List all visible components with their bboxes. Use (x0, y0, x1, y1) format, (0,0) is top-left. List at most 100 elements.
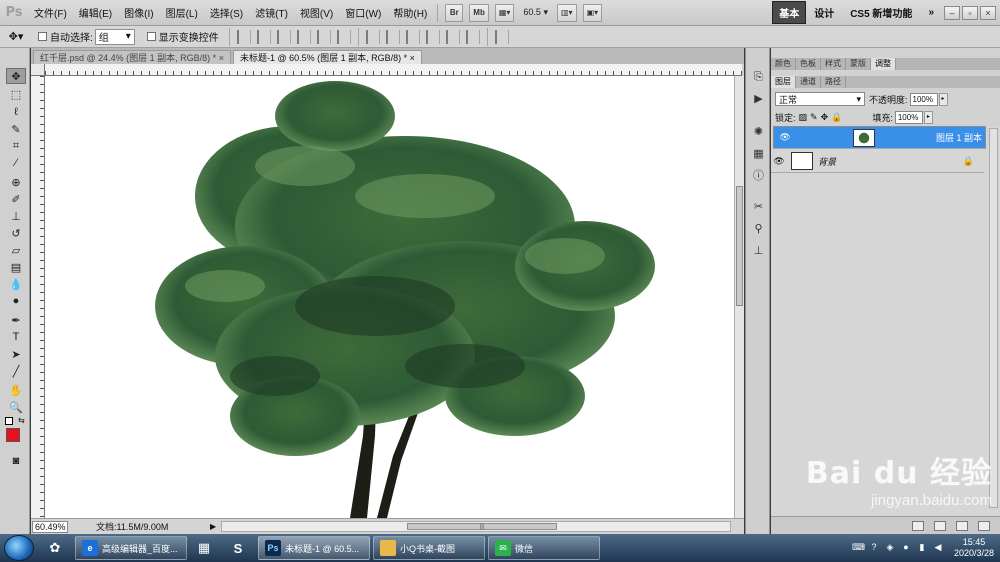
tab-color[interactable]: 颜色 (771, 58, 796, 70)
close-button[interactable]: × (980, 5, 996, 20)
actions-panel-icon[interactable]: ▶ (751, 92, 766, 106)
new-layer-icon[interactable] (956, 520, 968, 531)
horizontal-scroll-thumb[interactable]: ||| (407, 523, 557, 530)
distribute-right-icon[interactable] (465, 29, 480, 44)
navigator-panel-icon[interactable]: ✺ (751, 125, 766, 139)
type-tool-icon[interactable]: T (6, 329, 26, 345)
distribute-top-icon[interactable] (365, 29, 380, 44)
align-bottom-icon[interactable] (276, 29, 291, 44)
path-selection-tool-icon[interactable]: ➤ (6, 346, 26, 362)
help-icon[interactable]: ? (868, 542, 880, 554)
workspace-essentials[interactable]: 基本 (772, 1, 807, 24)
restore-button[interactable]: ▫ (962, 5, 978, 20)
shield-icon[interactable]: ◈ (884, 542, 896, 554)
layer-name[interactable]: 图层 1 副本 (936, 131, 982, 144)
tab-close-icon[interactable]: × (410, 53, 415, 63)
vertical-scroll-thumb[interactable] (736, 186, 743, 306)
status-zoom-field[interactable]: 60.49% (32, 520, 68, 533)
history-brush-tool-icon[interactable]: ↺ (6, 225, 26, 241)
lock-position-icon[interactable]: ✥ (821, 112, 829, 123)
menu-filter[interactable]: 滤镜(T) (249, 5, 294, 20)
keyboard-icon[interactable]: ⌨ (852, 542, 865, 554)
menu-select[interactable]: 选择(S) (204, 5, 249, 20)
extras-menu-button[interactable]: ▦▾ (494, 3, 515, 22)
menu-layer[interactable]: 图层(L) (160, 5, 204, 20)
clock[interactable]: 15:45 2020/3/28 (954, 537, 994, 559)
quick-mask-icon[interactable]: ◙ (6, 453, 26, 469)
delete-layer-icon[interactable] (978, 520, 990, 531)
gradient-tool-icon[interactable]: ▤ (6, 259, 26, 275)
healing-brush-tool-icon[interactable]: ⊕ (6, 174, 26, 190)
lasso-tool-icon[interactable]: ℓ (6, 104, 26, 120)
canvas-horizontal-scrollbar[interactable]: ||| (221, 521, 731, 532)
tab-close-icon[interactable]: × (219, 53, 224, 63)
menu-help[interactable]: 帮助(H) (387, 5, 433, 20)
arrange-documents-button[interactable]: ▥▾ (556, 3, 577, 22)
screen-mode-button[interactable]: ▣▾ (582, 3, 603, 22)
tab-styles[interactable]: 样式 (821, 58, 846, 70)
show-transform-checkbox[interactable] (146, 32, 156, 41)
distribute-vcenter-icon[interactable] (385, 29, 400, 44)
layer-row[interactable]: 👁 背景 🔒 (771, 150, 984, 173)
lock-image-icon[interactable]: ✎ (810, 112, 818, 123)
fill-input[interactable]: 100% (894, 111, 923, 124)
default-colors-icon[interactable] (5, 417, 13, 425)
eyedropper-tool-icon[interactable]: ⁄ (6, 155, 26, 171)
auto-select-dropdown[interactable]: 组 ▾ (94, 28, 135, 45)
minimize-button[interactable]: – (944, 5, 960, 20)
taskbar-item-folder[interactable]: 小Q书桌-截图 (373, 536, 485, 560)
menu-window[interactable]: 窗口(W) (339, 5, 387, 20)
move-tool-preset-picker[interactable]: ✥▾ (0, 28, 32, 46)
menu-view[interactable]: 视图(V) (294, 5, 339, 20)
crop-tool-icon[interactable]: ⌗ (6, 138, 26, 154)
tab-paths[interactable]: 路径 (821, 76, 846, 88)
brush-panel-icon[interactable]: ✂ (751, 200, 766, 214)
horizontal-ruler[interactable] (45, 64, 742, 76)
clone-source-panel-icon[interactable]: ⚲ (751, 222, 766, 236)
link-layers-icon[interactable] (912, 520, 924, 531)
brush-tool-icon[interactable]: ✐ (6, 191, 26, 207)
vertical-ruler[interactable] (31, 76, 45, 518)
align-right-icon[interactable] (336, 29, 351, 44)
zoom-tool-icon[interactable]: 🔍 (6, 399, 26, 415)
clone-stamp-tool-icon[interactable]: ⊥ (6, 208, 26, 224)
eye-icon[interactable]: 👁 (771, 156, 787, 167)
eye-icon[interactable]: 👁 (777, 132, 793, 143)
foreground-color-swatch[interactable] (6, 428, 20, 442)
chat-icon[interactable]: ● (900, 542, 912, 554)
tab-adjustments[interactable]: 调整 (871, 58, 896, 70)
zoom-level-select[interactable]: 60.5 ▾ (523, 7, 548, 18)
tab-layers[interactable]: 图层 (771, 76, 796, 88)
history-panel-icon[interactable]: ⎘ (751, 70, 766, 84)
start-button[interactable] (4, 535, 34, 561)
tab-document-2[interactable]: 未标题-1 @ 60.5% (图层 1 副本, RGB/8) * × (232, 50, 422, 64)
tab-channels[interactable]: 通道 (796, 76, 821, 88)
network-icon[interactable]: ▮ (916, 542, 928, 554)
taskbar-item-photoshop[interactable]: Ps 未标题-1 @ 60.5... (258, 536, 370, 560)
distribute-left-icon[interactable] (425, 29, 440, 44)
blur-tool-icon[interactable]: 💧 (6, 276, 26, 292)
auto-select-checkbox[interactable] (38, 32, 47, 41)
eraser-tool-icon[interactable]: ▱ (6, 242, 26, 258)
status-menu-arrow[interactable]: ▶ (210, 522, 216, 531)
taskbar-item-editor[interactable]: e 高级编辑器_百度... (75, 536, 187, 560)
calculator-icon[interactable]: ▦ (187, 536, 221, 560)
blend-mode-dropdown[interactable]: 正常 ▾ (775, 92, 865, 106)
align-top-icon[interactable] (236, 29, 251, 44)
layer-name[interactable]: 背景 (818, 155, 836, 168)
menu-edit[interactable]: 编辑(E) (73, 5, 118, 20)
layer-row[interactable]: 👁 图层 1 副本 (773, 126, 986, 149)
distribute-bottom-icon[interactable] (405, 29, 420, 44)
skype-icon[interactable]: S (221, 536, 255, 560)
workspace-more[interactable]: » (920, 7, 942, 18)
tool-presets-panel-icon[interactable]: ⊥ (751, 244, 766, 258)
opacity-slider-button[interactable]: ▸ (938, 92, 948, 106)
info-panel-icon[interactable]: ⓘ (751, 169, 766, 183)
align-vcenter-icon[interactable] (256, 29, 271, 44)
tab-masks[interactable]: 蒙版 (846, 58, 871, 70)
canvas-vertical-scrollbar[interactable] (734, 76, 744, 518)
mini-bridge-button[interactable]: Mb (469, 3, 489, 22)
lock-all-icon[interactable]: 🔒 (831, 112, 842, 123)
line-tool-icon[interactable]: ╱ (6, 363, 26, 379)
menu-image[interactable]: 图像(I) (118, 5, 159, 20)
